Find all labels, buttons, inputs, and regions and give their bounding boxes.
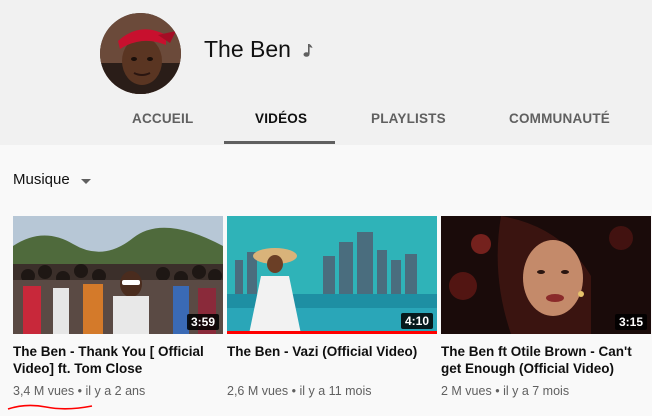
view-count: 3,4 M vues xyxy=(13,384,75,398)
video-thumbnail[interactable]: 4:10 xyxy=(227,216,437,334)
video-thumbnail[interactable]: 3:15 xyxy=(441,216,651,334)
video-duration: 4:10 xyxy=(400,313,433,329)
channel-name: The Ben xyxy=(204,36,291,62)
section-sort-dropdown[interactable]: Musique xyxy=(13,171,70,188)
video-title[interactable]: The Ben - Thank You [ Official Video] ft… xyxy=(13,343,219,377)
video-duration: 3:15 xyxy=(614,314,647,330)
video-metadata: 2 M vues • il y a 7 mois xyxy=(441,384,651,398)
tab-playlists[interactable]: PLAYLISTS xyxy=(371,111,446,126)
channel-tabs: ACCUEIL VIDÉOS PLAYLISTS COMMUNAUTÉ xyxy=(0,100,652,145)
view-count: 2,6 M vues xyxy=(227,384,289,398)
watch-progress-bar xyxy=(227,331,437,334)
red-underline-annotation xyxy=(7,404,93,410)
view-count: 2 M vues xyxy=(441,384,492,398)
channel-avatar[interactable] xyxy=(100,13,181,94)
video-card[interactable]: 3:59 The Ben - Thank You [ Official Vide… xyxy=(13,216,223,398)
video-thumbnail[interactable]: 3:59 xyxy=(13,216,223,334)
tab-videos[interactable]: VIDÉOS xyxy=(255,111,307,126)
channel-header: The Ben ACCUEIL VIDÉOS PLAYLISTS COMMUNA… xyxy=(0,0,652,145)
tab-accueil[interactable]: ACCUEIL xyxy=(132,111,193,126)
music-note-icon xyxy=(303,44,313,57)
meta-separator: • xyxy=(291,384,297,398)
upload-age: il y a 2 ans xyxy=(85,384,146,398)
video-card[interactable]: 4:10 The Ben - Vazi (Official Video) 2,6… xyxy=(227,216,437,398)
dropdown-caret-icon[interactable] xyxy=(81,179,91,184)
video-duration: 3:59 xyxy=(186,314,219,330)
video-card[interactable]: 3:15 The Ben ft Otile Brown - Can't get … xyxy=(441,216,651,398)
meta-separator: • xyxy=(495,384,500,398)
upload-age: il y a 11 mois xyxy=(299,384,372,398)
video-title[interactable]: The Ben - Vazi (Official Video) xyxy=(227,343,433,377)
video-metadata: 3,4 M vues • il y a 2 ans xyxy=(13,384,223,398)
meta-separator: • xyxy=(77,384,83,398)
video-title[interactable]: The Ben ft Otile Brown - Can't get Enoug… xyxy=(441,343,647,377)
tab-communaute[interactable]: COMMUNAUTÉ xyxy=(509,111,610,126)
active-tab-indicator xyxy=(224,141,335,144)
upload-age: il y a 7 mois xyxy=(503,384,570,398)
video-metadata: 2,6 M vues • il y a 11 mois xyxy=(227,384,437,398)
